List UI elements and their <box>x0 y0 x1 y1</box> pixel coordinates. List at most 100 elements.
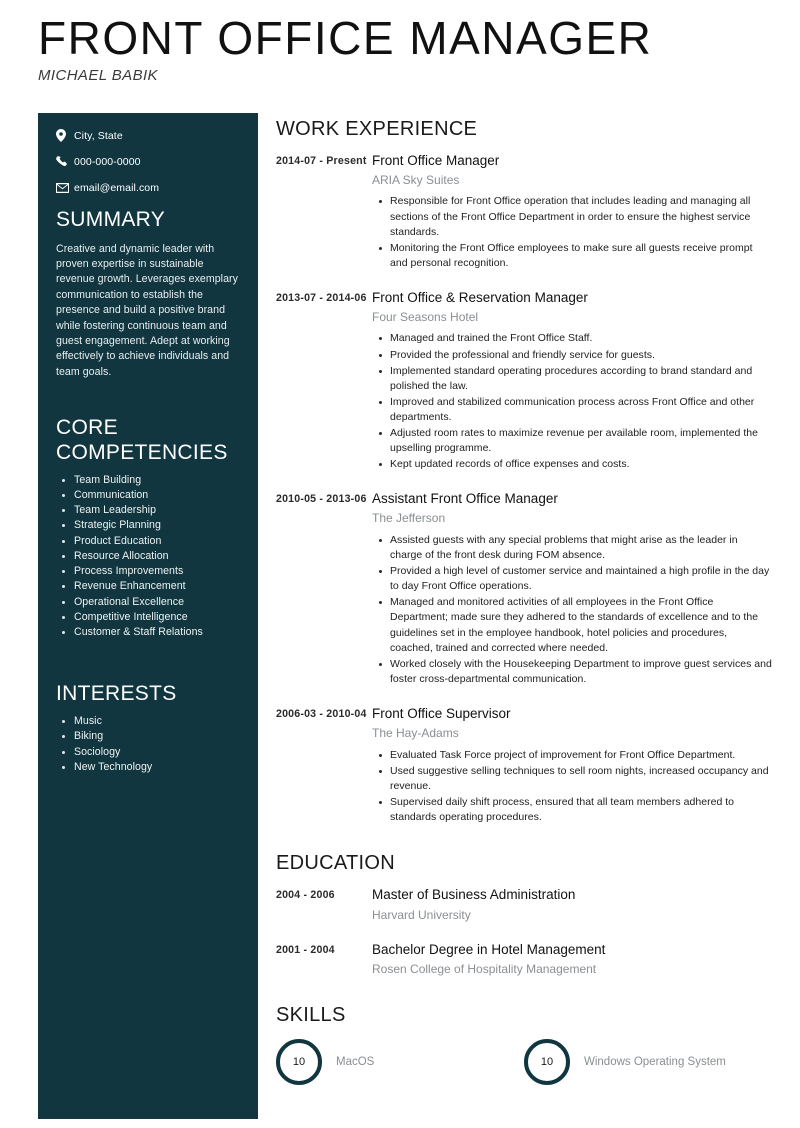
entry-body: Front Office Manager ARIA Sky Suites Respo… <box>372 153 772 272</box>
entry-bullet: Monitoring the Front Office employees to… <box>379 241 772 271</box>
entry-dates: 2010-05 - 2013-06 <box>276 493 367 506</box>
entry-bullet: Assisted guests with any special problem… <box>379 533 772 563</box>
contact-item-text: email@email.com <box>74 182 160 194</box>
entry-dates: 2006-03 - 2010-04 <box>276 708 367 721</box>
education-school: Rosen College of Hospitality Management <box>372 962 597 977</box>
entry-bullet: Improved and stabilized communication pr… <box>379 395 772 425</box>
sidebar-section-interests: INTERESTS Music Biking Sociology New Techno… <box>56 682 240 775</box>
candidate-name: MICHAEL BABIK <box>38 66 158 84</box>
page-title: FRONT OFFICE MANAGER <box>38 12 653 64</box>
section-education: EDUCATION 2004 - 2006 Master of Business … <box>276 852 772 978</box>
education-body: Bachelor Degree in Hotel Management Rosen… <box>372 942 605 978</box>
contact-list: City, State 000-000-0000 email@email.com <box>56 129 240 194</box>
skill-item: 10 MacOS <box>276 1038 524 1085</box>
education-entry: 2001 - 2004 Bachelor Degree in Hotel Mana… <box>276 942 772 978</box>
entry-role: Assistant Front Office Manager <box>372 491 558 507</box>
core-competency-item: Competitive Intelligence <box>62 610 240 625</box>
core-competencies-list: Team Building Communication Team Leadershi… <box>56 473 240 641</box>
entry-bullet: Evaluated Task Force project of improvem… <box>379 748 772 763</box>
work-experience-entry: 2014-07 - Present Front Office Manager ARI… <box>276 153 772 272</box>
core-competency-item: Strategic Planning <box>62 518 240 533</box>
education-degree: Bachelor Degree in Hotel Management <box>372 941 606 957</box>
entry-bullet: Used suggestive selling techniques to se… <box>379 764 772 794</box>
skills-grid: 10 MacOS 10 Windows Operating System <box>276 1038 772 1099</box>
location-pin-icon <box>56 129 72 142</box>
entry-bullet: Kept updated records of office expenses … <box>379 457 772 472</box>
core-competency-item: Team Building <box>62 473 240 488</box>
entry-dates: 2014-07 - Present <box>276 155 367 167</box>
section-skills: SKILLS 10 MacOS 10 Windows Operating System <box>276 1004 772 1099</box>
entry-bullet: Provided a high level of customer servic… <box>379 564 772 594</box>
entry-bullet: Managed and trained the Front Office Sta… <box>379 331 772 346</box>
interest-item: Music <box>62 714 240 729</box>
education-school: Harvard University <box>372 907 471 922</box>
work-experience-entry: 2010-05 - 2013-06 Assistant Front Office … <box>276 491 772 688</box>
education-entry: 2004 - 2006 Master of Business Administra… <box>276 887 772 923</box>
entry-bullet: Adjusted room rates to maximize revenue … <box>379 426 772 456</box>
interests-heading: INTERESTS <box>56 682 177 706</box>
education-heading: EDUCATION <box>276 852 395 875</box>
entry-bullet: Implemented standard operating procedure… <box>379 364 772 394</box>
entry-bullet-list: Evaluated Task Force project of improvem… <box>372 748 772 826</box>
core-competency-item: Revenue Enhancement <box>62 579 240 594</box>
skill-label: MacOS <box>336 1055 375 1068</box>
entry-organization: The Jefferson <box>372 511 446 526</box>
skill-rating-ring: 10 <box>524 1038 570 1085</box>
entry-bullet: Worked closely with the Housekeeping Dep… <box>379 657 772 687</box>
entry-dates: 2013-07 - 2014-06 <box>276 292 367 305</box>
entry-body: Front Office Supervisor The Hay-Adams Eval… <box>372 706 772 826</box>
entry-role: Front Office Manager <box>372 153 500 168</box>
entry-bullet-list: Assisted guests with any special problem… <box>372 533 772 687</box>
entry-bullet: Managed and monitored activities of all … <box>379 595 772 655</box>
interests-list: Music Biking Sociology New Technology <box>56 714 240 775</box>
interest-item: Biking <box>62 729 240 744</box>
contact-item[interactable]: email@email.com <box>56 182 240 194</box>
core-competency-item: Communication <box>62 488 240 503</box>
core-competency-item: Product Education <box>62 534 240 549</box>
education-degree: Master of Business Administration <box>372 887 576 903</box>
entry-bullet: Responsible for Front Office operation t… <box>379 194 772 239</box>
education-body: Master of Business Administration Harvard… <box>372 887 575 923</box>
work-experience-entry: 2006-03 - 2010-04 Front Office Supervisor… <box>276 706 772 826</box>
entry-bullet: Supervised daily shift process, ensured … <box>379 795 772 825</box>
entry-organization: The Hay-Adams <box>372 725 459 740</box>
sidebar: City, State 000-000-0000 email@email.com S… <box>38 113 258 1119</box>
entry-bullet-list: Managed and trained the Front Office Sta… <box>372 331 772 472</box>
main-content: WORK EXPERIENCE 2014-07 - Present Front O… <box>276 118 772 1099</box>
sidebar-section-core-competencies: CORE COMPETENCIES Team Building Communica… <box>56 416 240 640</box>
interest-item: Sociology <box>62 745 240 760</box>
education-list: 2004 - 2006 Master of Business Administra… <box>276 887 772 978</box>
core-competencies-heading: CORE COMPETENCIES <box>56 416 228 464</box>
sidebar-section-summary: SUMMARY Creative and dynamic leader with… <box>56 208 240 380</box>
interest-item: New Technology <box>62 760 240 775</box>
summary-text: Creative and dynamic leader with proven … <box>56 242 238 378</box>
entry-organization: Four Seasons Hotel <box>372 309 479 324</box>
envelope-icon <box>56 183 72 193</box>
contact-item-text: City, State <box>74 129 123 142</box>
resume-header: FRONT OFFICE MANAGER MICHAEL BABIK <box>38 14 768 84</box>
contact-item[interactable]: City, State <box>56 129 240 142</box>
work-experience-heading: WORK EXPERIENCE <box>276 118 478 140</box>
summary-heading: SUMMARY <box>56 208 166 231</box>
work-experience-list: 2014-07 - Present Front Office Manager ARI… <box>276 153 772 826</box>
skill-rating-ring: 10 <box>276 1038 322 1085</box>
skill-item: 10 Windows Operating System <box>524 1038 772 1085</box>
phone-icon <box>56 156 72 168</box>
education-dates: 2004 - 2006 <box>276 889 335 902</box>
skills-heading: SKILLS <box>276 1003 346 1026</box>
core-competency-item: Resource Allocation <box>62 549 240 564</box>
entry-body: Assistant Front Office Manager The Jeffer… <box>372 491 772 688</box>
core-competency-item: Customer & Staff Relations <box>62 625 240 640</box>
core-competency-item: Team Leadership <box>62 503 240 518</box>
core-competency-item: Process Improvements <box>62 564 240 579</box>
entry-organization: ARIA Sky Suites <box>372 172 460 187</box>
education-dates: 2001 - 2004 <box>276 943 335 956</box>
entry-body: Front Office & Reservation Manager Four S… <box>372 290 772 473</box>
contact-item-text: 000-000-0000 <box>74 156 141 168</box>
work-experience-entry: 2013-07 - 2014-06 Front Office & Reservat… <box>276 290 772 473</box>
contact-item[interactable]: 000-000-0000 <box>56 156 240 168</box>
core-competency-item: Operational Excellence <box>62 595 240 610</box>
section-work-experience: WORK EXPERIENCE 2014-07 - Present Front O… <box>276 118 772 826</box>
entry-bullet-list: Responsible for Front Office operation t… <box>372 194 772 271</box>
skill-label: Windows Operating System <box>584 1055 726 1068</box>
